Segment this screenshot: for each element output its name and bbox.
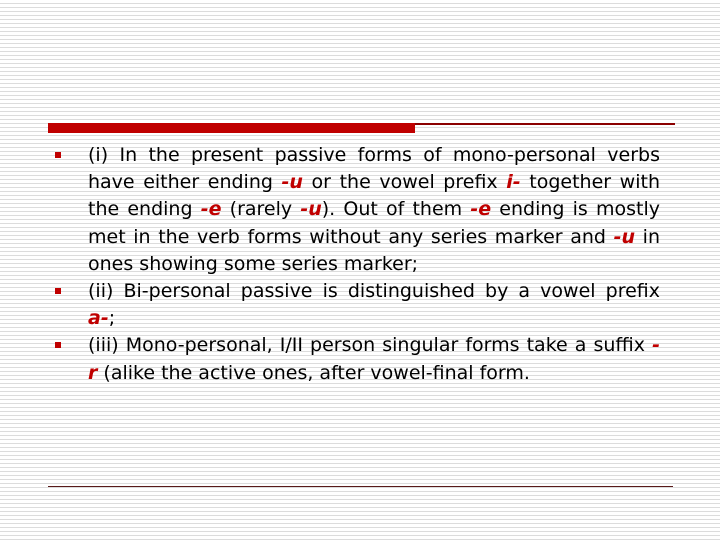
bullet-text: (i) In the present passive forms of mono… [88, 144, 660, 275]
title-accent-bar [48, 123, 415, 133]
slide: (i) In the present passive forms of mono… [0, 0, 720, 540]
bullet-text: (iii) Mono-personal, I/II person singula… [88, 334, 660, 384]
bullet-item-2: (ii) Bi-personal passive is distinguishe… [55, 278, 660, 332]
square-bullet-icon [55, 288, 61, 295]
square-bullet-icon [55, 342, 61, 349]
bullet-text: (ii) Bi-personal passive is distinguishe… [88, 280, 660, 330]
square-bullet-icon [55, 152, 61, 158]
bullet-item-1: (i) In the present passive forms of mono… [55, 142, 660, 278]
bullet-item-3: (iii) Mono-personal, I/II person singula… [55, 332, 660, 386]
bullet-list: (i) In the present passive forms of mono… [55, 142, 660, 387]
footer-rule [48, 486, 673, 487]
